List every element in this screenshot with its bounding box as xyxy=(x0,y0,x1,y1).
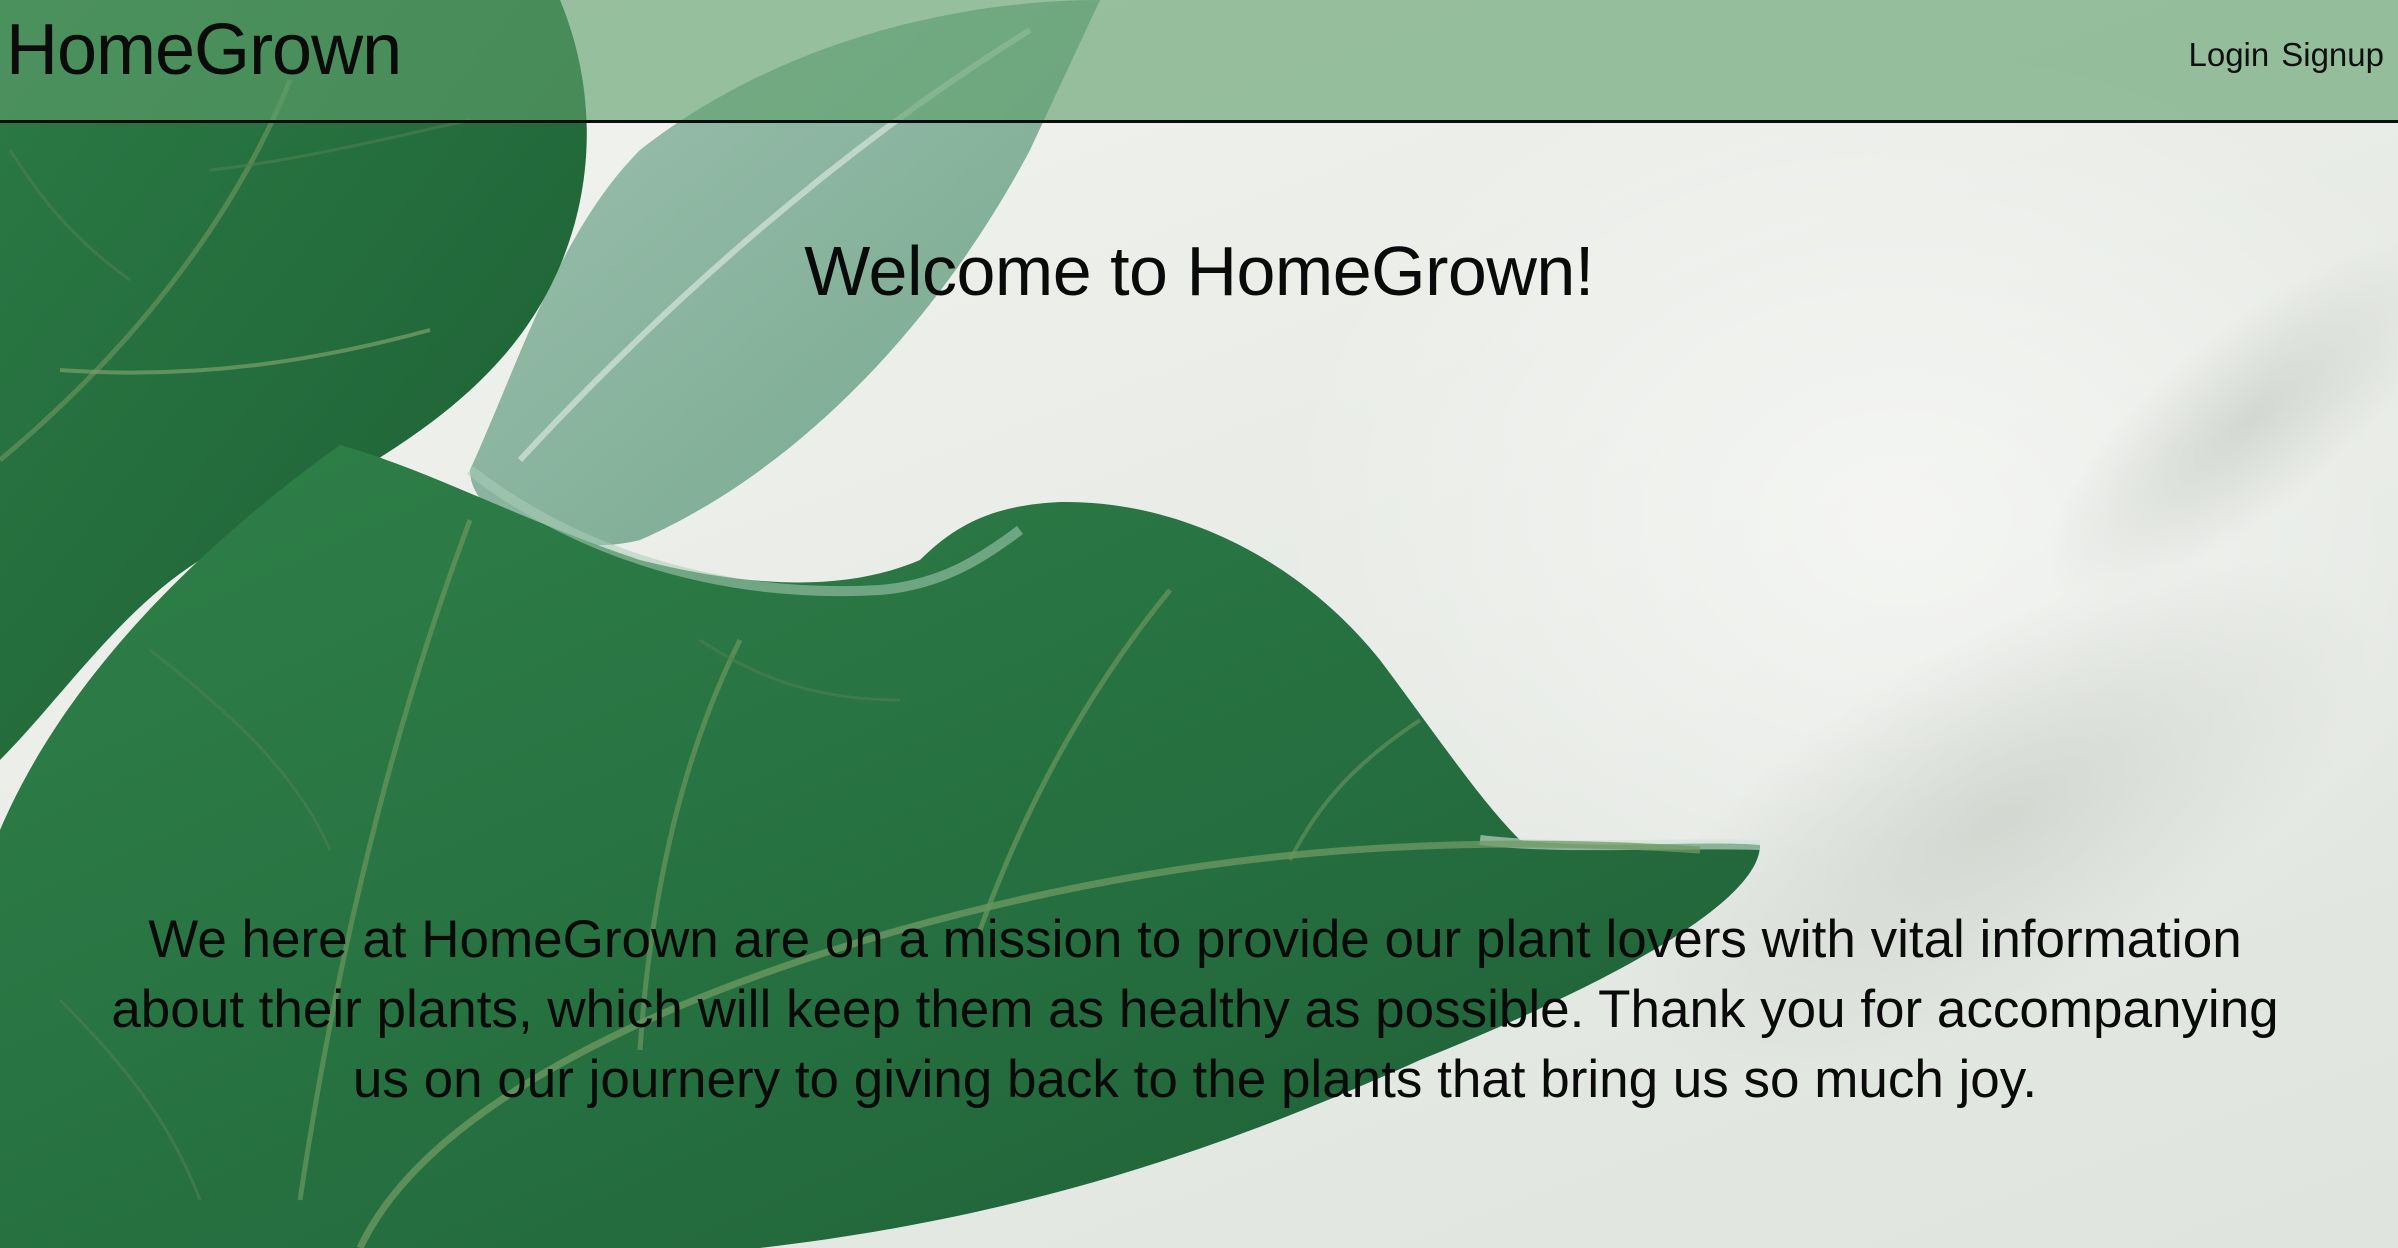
top-navigation-bar: HomeGrown Login Signup xyxy=(0,0,2398,123)
signup-link[interactable]: Signup xyxy=(2281,34,2384,76)
auth-nav: Login Signup xyxy=(2188,34,2384,76)
brand-logo-link[interactable]: HomeGrown xyxy=(6,8,402,92)
login-link[interactable]: Login xyxy=(2188,34,2269,76)
page-title: Welcome to HomeGrown! xyxy=(804,232,1594,310)
mission-statement: We here at HomeGrown are on a mission to… xyxy=(111,910,2279,1109)
